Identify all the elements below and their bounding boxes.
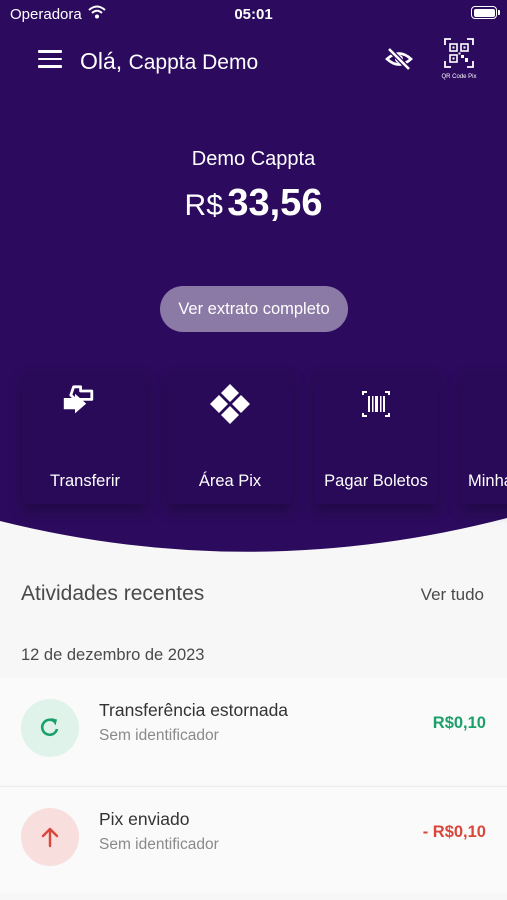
action-pay-bills[interactable]: Pagar Boletos: [313, 370, 439, 504]
activity-subtitle: Sem identificador: [99, 727, 219, 744]
greeting: Olá, Cappta Demo: [80, 48, 258, 75]
account-name: Demo Cappta: [191, 148, 316, 170]
activity-amount: R$0,10: [432, 714, 486, 732]
eye-off-icon[interactable]: [385, 47, 413, 71]
greeting-prefix: Olá,: [80, 48, 123, 74]
qr-code-label: QR Code Pix: [441, 74, 477, 80]
action-more[interactable]: Minha: [460, 370, 507, 504]
barcode-icon: [362, 391, 390, 417]
activity-subtitle: Sem identificador: [99, 836, 219, 853]
arrow-up-icon: [41, 827, 59, 848]
pix-icon: [210, 384, 250, 424]
action-label: Minha: [468, 472, 507, 490]
balance-value: 33,56: [227, 182, 323, 224]
menu-icon[interactable]: [38, 50, 62, 70]
qr-code-icon: [444, 38, 474, 68]
action-transfer[interactable]: Transferir: [22, 370, 148, 504]
activity-title: Pix enviado: [99, 809, 190, 829]
list-item[interactable]: Pix enviado Sem identificador - R$0,10: [0, 786, 507, 893]
currency-symbol: R$: [184, 189, 223, 222]
date-heading: 12 de dezembro de 2023: [21, 646, 205, 664]
recent-activities-title: Atividades recentes: [21, 582, 205, 605]
refresh-icon: [40, 718, 59, 737]
battery-icon: [471, 6, 500, 19]
balance-header: Operadora 05:01 Olá, Cappta Demo QR Code…: [0, 0, 507, 560]
qr-code-pix-button[interactable]: QR Code Pix: [436, 38, 482, 80]
activity-icon-circle: [21, 808, 79, 866]
balance-amount: R$ 33,56: [0, 182, 507, 225]
clock: 05:01: [234, 6, 273, 23]
action-pix-area[interactable]: Área Pix: [167, 370, 293, 504]
activity-icon-circle: [21, 699, 79, 757]
view-statement-button[interactable]: Ver extrato completo: [160, 286, 348, 332]
action-label: Transferir: [50, 472, 120, 490]
user-name: Cappta Demo: [128, 51, 259, 74]
list-item[interactable]: Transferência estornada Sem identificado…: [0, 678, 507, 785]
action-label: Área Pix: [198, 472, 262, 490]
transfer-arrows-icon: [63, 385, 94, 414]
see-all-link[interactable]: Ver tudo: [421, 585, 484, 605]
activity-title: Transferência estornada: [99, 700, 289, 720]
activity-amount: - R$0,10: [422, 823, 486, 841]
action-label: Pagar Boletos: [324, 472, 428, 490]
status-bar: Operadora 05:01: [0, 0, 507, 28]
